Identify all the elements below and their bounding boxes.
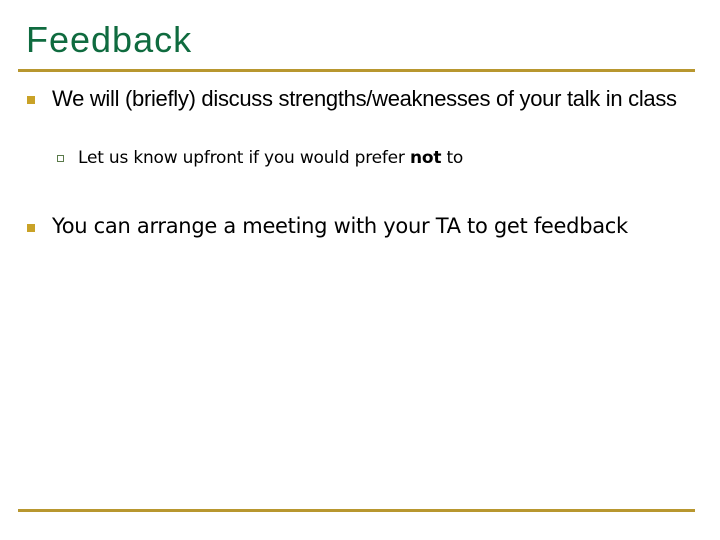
filled-square-bullet-icon [27,224,35,232]
bullet-text: You can arrange a meeting with your TA t… [52,214,628,238]
sub-bullet-text: Let us know upfront if you would prefer … [78,147,463,169]
slide-title: Feedback [26,19,193,60]
filled-square-bullet-icon [27,96,35,104]
bullet-text: We will (briefly) discuss strengths/weak… [52,86,677,111]
sub-bullet-text-before: Let us know upfront if you would prefer [78,148,410,168]
sub-bullet-text-bold: not [409,148,442,168]
hollow-square-bullet-icon [57,155,64,162]
title-divider [18,69,695,72]
sub-bullet-text-after: to [441,148,464,168]
footer-divider [18,509,695,512]
